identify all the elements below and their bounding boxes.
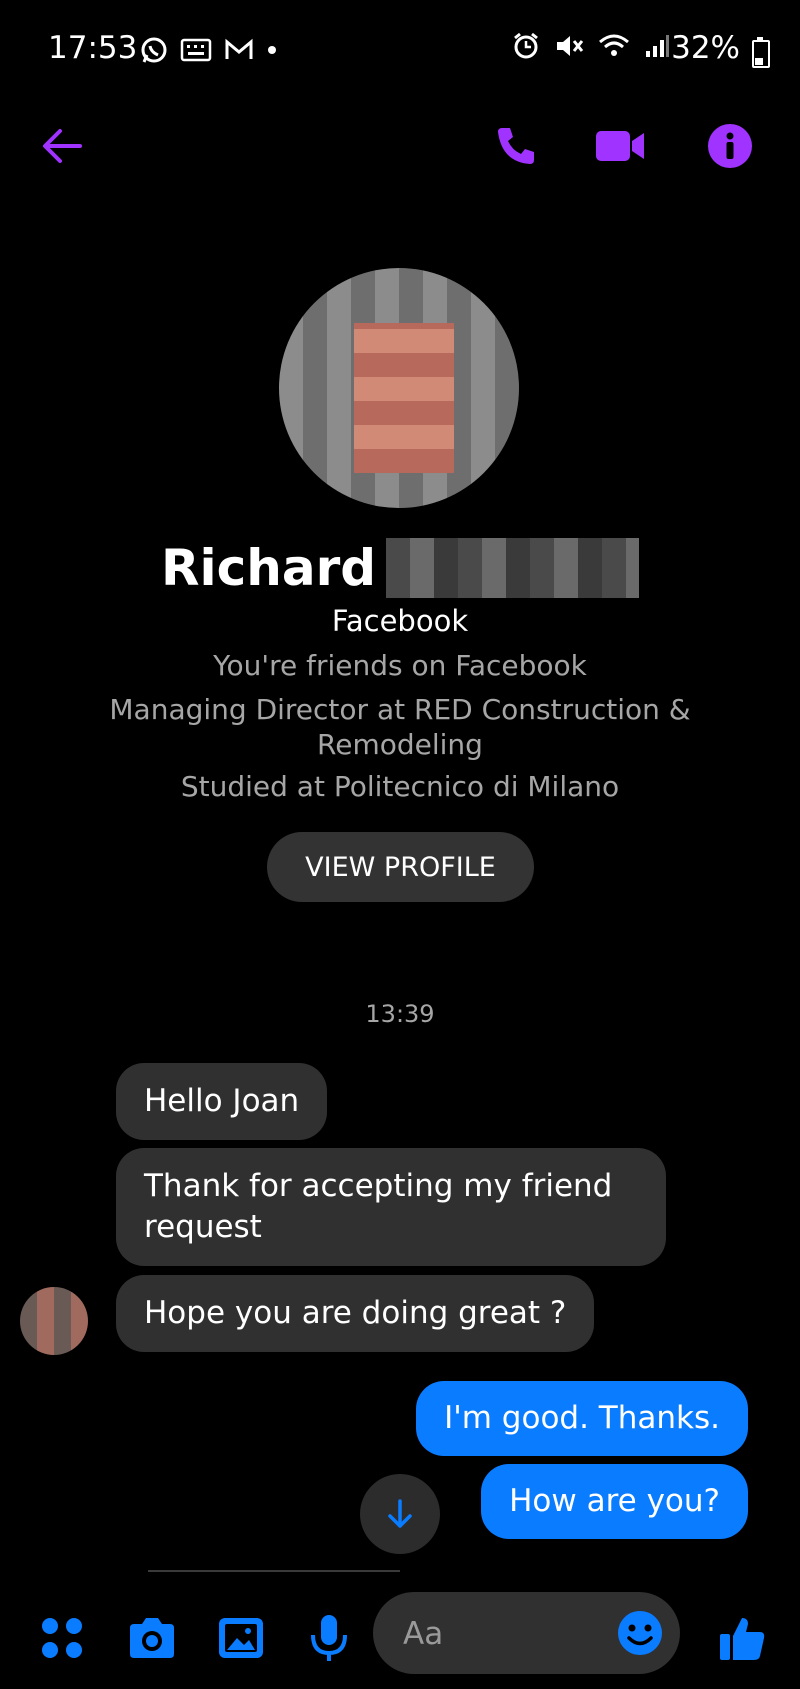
sender-avatar[interactable] xyxy=(20,1287,88,1355)
emoji-icon xyxy=(618,1611,662,1655)
profile-platform: Facebook xyxy=(331,604,469,638)
education-line: Studied at Politecnico di Milano xyxy=(180,770,620,803)
alarm-icon xyxy=(514,32,538,59)
dot-icon xyxy=(268,46,276,54)
phone-call-icon xyxy=(498,128,534,164)
divider xyxy=(148,1570,400,1572)
video-call-icon xyxy=(596,131,644,161)
microphone-icon xyxy=(311,1615,347,1661)
back-arrow-icon xyxy=(43,129,82,163)
redacted-surname xyxy=(386,538,640,598)
incoming-message[interactable]: Thank for accepting my friend request xyxy=(116,1148,666,1266)
outgoing-message[interactable]: I'm good. Thanks. xyxy=(416,1381,748,1456)
arrow-down-icon xyxy=(388,1499,412,1528)
work-line-1: Managing Director at RED Construction & xyxy=(109,693,691,726)
message-input[interactable] xyxy=(401,1612,605,1656)
signal-icon xyxy=(646,35,669,57)
like-button[interactable] xyxy=(714,1610,770,1666)
friendship-status: You're friends on Facebook xyxy=(213,649,587,682)
status-left-icons xyxy=(140,36,278,64)
emoji-button[interactable] xyxy=(614,1607,666,1659)
conversation-info-button[interactable] xyxy=(704,120,756,172)
incoming-message[interactable]: Hope you are doing great ? xyxy=(116,1275,595,1352)
status-right-icons xyxy=(512,32,670,60)
view-profile-button[interactable]: VIEW PROFILE xyxy=(267,832,534,902)
profile-avatar[interactable] xyxy=(279,268,519,508)
gallery-button[interactable] xyxy=(213,1610,269,1666)
info-icon xyxy=(708,124,752,168)
gmail-icon xyxy=(225,38,253,59)
gallery-icon xyxy=(219,1618,263,1658)
wifi-icon xyxy=(599,34,629,56)
back-button[interactable] xyxy=(36,120,88,172)
voice-message-button[interactable] xyxy=(301,1610,357,1666)
menu-dots-icon xyxy=(42,1618,82,1658)
outgoing-message[interactable]: How are you? xyxy=(481,1464,748,1539)
message-timestamp: 13:39 xyxy=(365,1000,435,1028)
incoming-message[interactable]: Hello Joan xyxy=(116,1063,328,1140)
more-actions-button[interactable] xyxy=(34,1610,90,1666)
camera-button[interactable] xyxy=(124,1610,180,1666)
status-time: 17:53 xyxy=(48,30,138,66)
profile-name: Richard xyxy=(160,539,377,597)
battery-icon xyxy=(752,37,770,68)
work-line-2: Remodeling xyxy=(317,728,483,761)
camera-icon xyxy=(130,1618,174,1658)
mute-icon xyxy=(557,36,584,56)
voice-call-button[interactable] xyxy=(490,120,542,172)
message-composer[interactable] xyxy=(373,1592,680,1674)
whatsapp-icon xyxy=(141,37,167,63)
battery-level: 32% xyxy=(671,30,740,66)
scroll-to-bottom-button[interactable] xyxy=(360,1474,440,1554)
profile-name-row: Richard xyxy=(0,538,800,598)
video-call-button[interactable] xyxy=(594,120,646,172)
keyboard-icon xyxy=(180,38,212,62)
thumbs-up-icon xyxy=(720,1618,765,1660)
